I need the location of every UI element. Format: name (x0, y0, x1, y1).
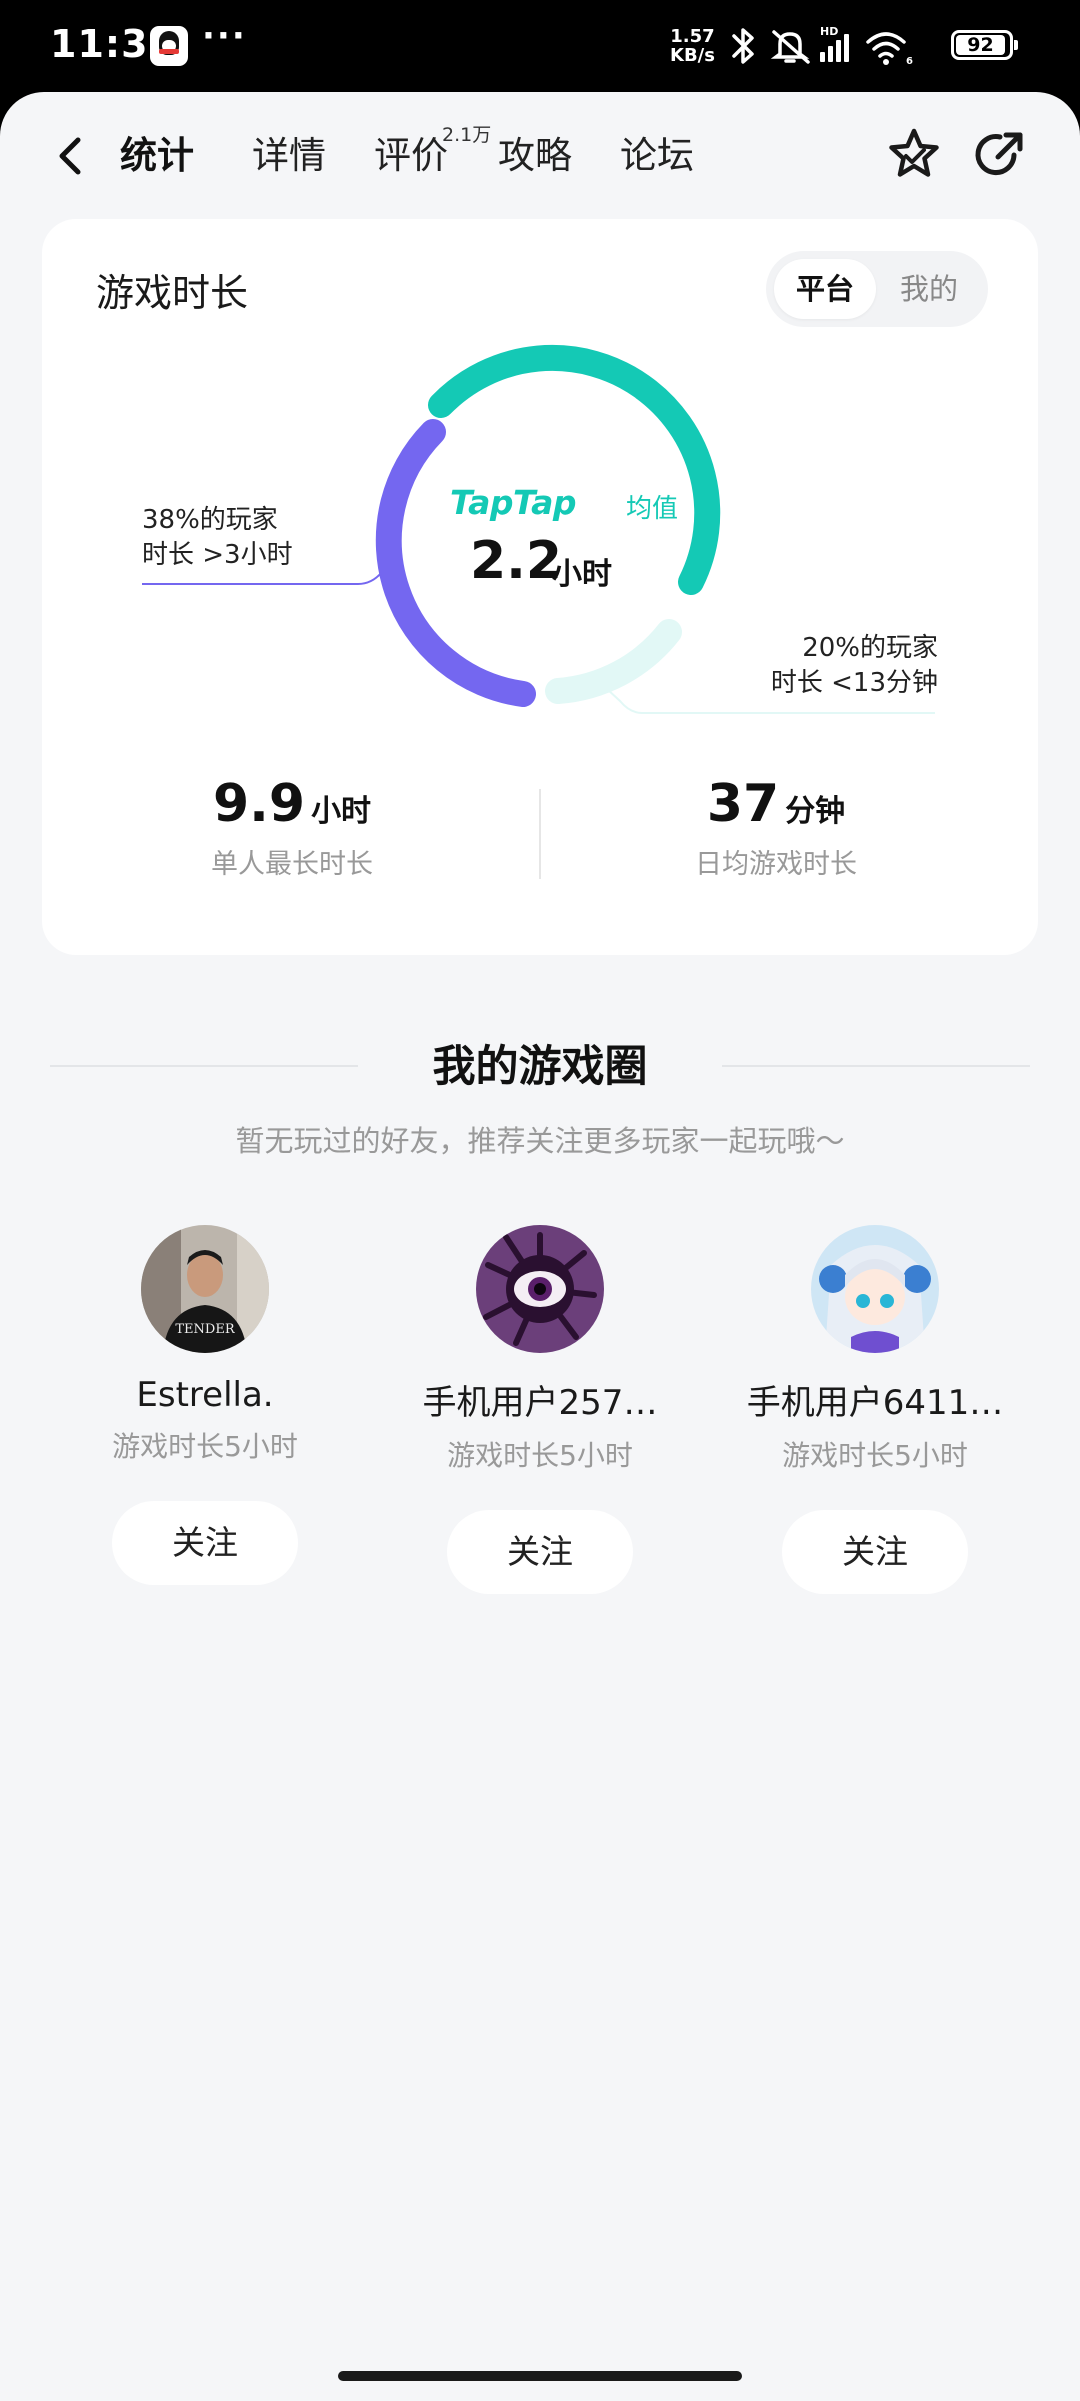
short-players-label: 20%的玩家 时长 <13分钟 (738, 631, 938, 701)
wifi-icon (866, 32, 906, 58)
friend-playtime: 游戏时长5小时 (112, 1430, 298, 1463)
friend-card: TENDER Estrella. 游戏时长5小时 关注 (45, 1225, 365, 1585)
favorite-star-icon[interactable] (884, 125, 944, 185)
max-playtime-stat: 9.9 小时 单人最长时长 (72, 774, 512, 881)
game-circle-subtitle: 暂无玩过的好友，推荐关注更多玩家一起玩哦～ (235, 1124, 845, 1158)
long-players-line1: 38%的玩家 (142, 505, 278, 535)
tab-reviews[interactable]: 评价 (374, 128, 448, 184)
app-surface: 统计 详情 评价 2.1万 攻略 论坛 游戏时长 平台 我的 TapTap 均值… (0, 92, 1080, 2401)
tab-stats-label: 统计 (120, 134, 194, 177)
share-icon[interactable] (970, 125, 1030, 185)
daily-playtime-value: 37 (706, 774, 780, 834)
follow-button[interactable]: 关注 (447, 1510, 633, 1594)
avatar[interactable] (811, 1225, 939, 1353)
friend-name[interactable]: 手机用户257… (380, 1375, 700, 1424)
max-playtime-label: 单人最长时长 (211, 849, 373, 880)
network-speed: 1.57 KB/s (670, 27, 715, 65)
long-players-label: 38%的玩家 时长 >3小时 (142, 503, 293, 573)
friend-playtime: 游戏时长5小时 (782, 1439, 968, 1472)
svg-text:TENDER: TENDER (175, 1322, 235, 1337)
friend-playtime: 游戏时长5小时 (447, 1439, 633, 1472)
battery-level: 92 (967, 34, 994, 56)
battery-icon: 92 (951, 30, 1018, 60)
average-label: 均值 (626, 494, 679, 524)
follow-button[interactable]: 关注 (112, 1501, 298, 1585)
avatar[interactable]: TENDER (141, 1225, 269, 1353)
donut-arc-short (545, 619, 682, 704)
taptap-logo: TapTap (450, 483, 576, 522)
average-value: 2.2 (470, 531, 563, 591)
back-arrow-icon[interactable] (50, 128, 90, 184)
svg-text:6: 6 (906, 56, 913, 67)
short-players-line1: 20%的玩家 (802, 633, 938, 663)
max-playtime-value: 9.9 (212, 774, 306, 834)
friend-name[interactable]: Estrella. (45, 1375, 365, 1415)
mute-icon (770, 30, 810, 64)
svg-text:HD: HD (820, 25, 838, 38)
leader-line-left (142, 571, 383, 585)
playtime-card: 游戏时长 平台 我的 TapTap 均值 2.2 小时 38%的玩家 时长 >3… (42, 219, 1038, 955)
average-unit: 小时 (552, 557, 612, 592)
bluetooth-icon (732, 28, 754, 64)
short-players-line2: 时长 <13分钟 (770, 668, 938, 698)
daily-playtime-unit: 分钟 (785, 794, 846, 829)
more-notifications-icon: ··· (202, 16, 247, 56)
friend-name[interactable]: 手机用户6411… (715, 1375, 1035, 1424)
daily-playtime-stat: 37 分钟 日均游戏时长 (556, 774, 996, 881)
tab-details[interactable]: 详情 (252, 128, 326, 184)
qq-notification-icon (150, 26, 188, 66)
max-playtime-unit: 小时 (311, 794, 372, 829)
status-icons: HD 6 (732, 25, 913, 67)
reviews-count-badge: 2.1万 (442, 124, 492, 146)
network-speed-unit: KB/s (670, 45, 715, 66)
avatar[interactable] (476, 1225, 604, 1353)
follow-button[interactable]: 关注 (782, 1510, 968, 1594)
tab-forum[interactable]: 论坛 (620, 128, 694, 184)
tab-guides[interactable]: 攻略 (498, 128, 572, 184)
top-nav: 统计 详情 评价 2.1万 攻略 论坛 (0, 92, 1080, 222)
status-bar: 11:39 ··· 1.57 KB/s HD 6 92 (0, 0, 1080, 92)
long-players-line2: 时长 >3小时 (142, 540, 293, 570)
home-indicator[interactable] (338, 2371, 742, 2381)
network-speed-value: 1.57 (670, 26, 715, 47)
daily-playtime-label: 日均游戏时长 (695, 849, 857, 880)
tab-stats[interactable]: 统计 (116, 128, 198, 184)
friend-card: 手机用户6411… 游戏时长5小时 关注 (715, 1225, 1035, 1594)
game-circle-title: 我的游戏圈 (432, 1042, 648, 1092)
signal-icon: HD (820, 25, 849, 62)
stat-divider (539, 789, 541, 879)
friend-card: 手机用户257… 游戏时长5小时 关注 (380, 1225, 700, 1594)
